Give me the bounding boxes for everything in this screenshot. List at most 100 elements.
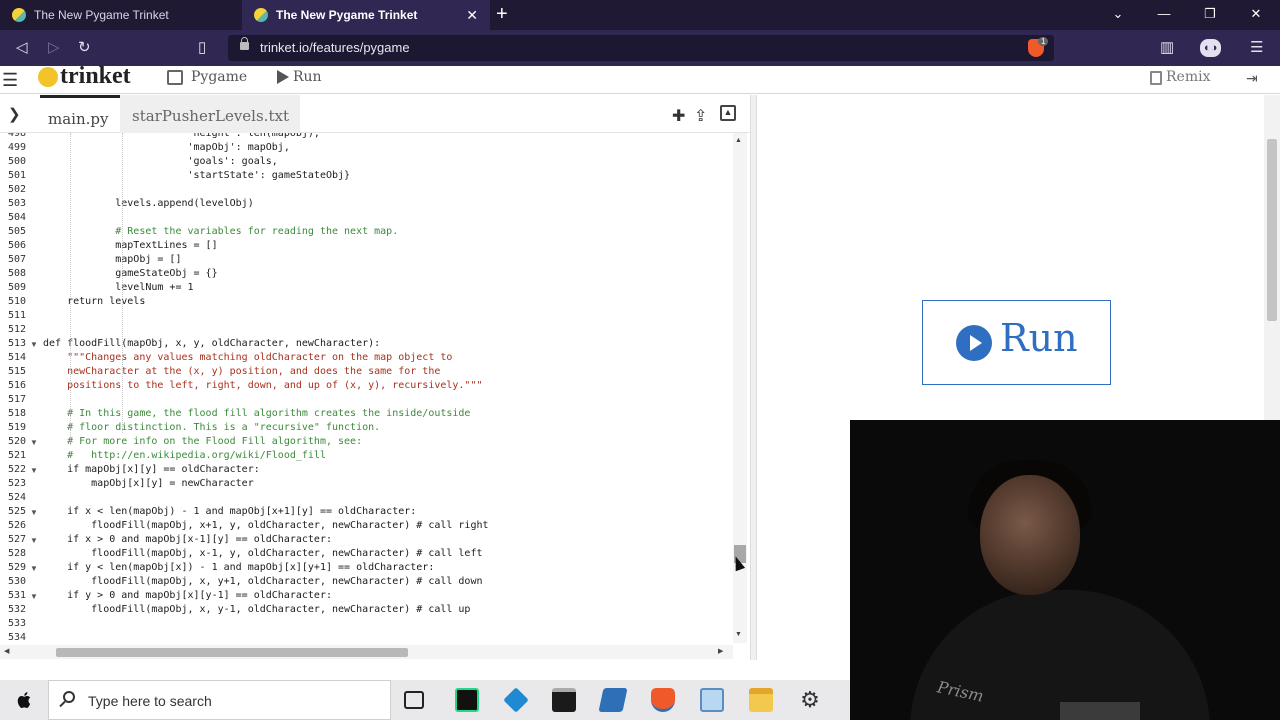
back-arrow-icon[interactable]: ◁ xyxy=(16,39,28,57)
close-tab-icon[interactable]: ✕ xyxy=(466,7,478,24)
code-line: newCharacter at the (x, y) position, and… xyxy=(43,366,441,377)
taskbar-search-box[interactable]: Type here to search xyxy=(48,680,391,720)
powershell-icon[interactable] xyxy=(598,688,628,712)
fold-arrow-icon[interactable]: ▼ xyxy=(30,466,38,475)
terminal-icon[interactable] xyxy=(552,688,576,712)
code-line: # In this game, the flood fill algorithm… xyxy=(43,408,471,419)
line-number: 530 xyxy=(7,576,26,587)
line-number: 511 xyxy=(7,310,26,321)
tab-search-chevron-icon[interactable]: ⌄ xyxy=(1108,6,1128,22)
code-editor[interactable]: 498 499 500 501 502 503 504 505 506 507 508 509 510 5… xyxy=(0,133,733,660)
run-button[interactable]: Run xyxy=(293,69,322,85)
scrollbar-thumb[interactable] xyxy=(56,648,408,657)
trinket-logo[interactable]: trinket xyxy=(60,63,131,90)
code-line: floodFill(mapObj, x-1, y, oldCharacter, … xyxy=(43,548,483,559)
vscode-icon[interactable] xyxy=(503,687,529,713)
code-line: floodFill(mapObj, x+1, y, oldCharacter, … xyxy=(43,520,489,531)
code-line: levelNum += 1 xyxy=(43,282,194,293)
scrollbar-thumb[interactable] xyxy=(1267,139,1277,321)
code-line: if mapObj[x][y] == oldCharacter: xyxy=(43,464,260,475)
minimize-window-button[interactable]: — xyxy=(1154,6,1174,22)
remix-button[interactable]: Remix xyxy=(1166,69,1210,85)
code-line: 'goals': goals, xyxy=(43,156,278,167)
remote-desktop-icon[interactable] xyxy=(700,688,724,712)
fold-arrow-icon[interactable]: ▼ xyxy=(30,592,38,601)
sign-in-icon[interactable]: ⇥ xyxy=(1246,70,1258,87)
bookmark-icon[interactable]: ▯ xyxy=(198,39,206,57)
forward-arrow-icon[interactable]: ▷ xyxy=(48,39,60,57)
windows-taskbar: Type here to search ⚙ xyxy=(0,680,850,720)
output-run-label: Run xyxy=(1000,316,1078,360)
person-bag-strap xyxy=(1060,702,1140,720)
browser-menu-icon[interactable]: ☰ xyxy=(1250,39,1263,57)
expand-files-chevron-icon[interactable]: ❯ xyxy=(8,105,21,123)
run-play-icon[interactable] xyxy=(277,70,289,84)
indent-guide xyxy=(70,133,71,445)
line-number: 518 xyxy=(7,408,26,419)
pane-resize-handle[interactable] xyxy=(750,95,757,660)
code-line: floodFill(mapObj, x, y-1, oldCharacter, … xyxy=(43,604,471,615)
remix-icon[interactable] xyxy=(1150,71,1162,85)
line-number: 517 xyxy=(7,394,26,405)
address-bar[interactable]: trinket.io/features/pygame 1 xyxy=(228,35,1054,61)
upload-icon[interactable]: ⇪ xyxy=(694,106,707,126)
line-number: 499 xyxy=(7,142,26,153)
browser-tab[interactable]: The New Pygame Trinket xyxy=(0,0,242,30)
scroll-right-arrow-icon[interactable]: ▶ xyxy=(718,647,723,655)
code-line: # For more info on the Flood Fill algori… xyxy=(43,436,363,447)
line-number: 533 xyxy=(7,618,26,629)
fold-arrow-icon[interactable]: ▼ xyxy=(30,438,38,447)
trinket-favicon-icon xyxy=(254,8,268,22)
image-library-icon[interactable]: ▲ xyxy=(720,105,736,121)
reload-icon[interactable]: ↻ xyxy=(78,39,91,57)
page-scrollbar[interactable] xyxy=(1264,95,1280,420)
line-number: 509 xyxy=(7,282,26,293)
code-line: # floor distinction. This is a "recursiv… xyxy=(43,422,381,433)
line-number: 512 xyxy=(7,324,26,335)
line-number: 513 xyxy=(7,338,26,349)
add-file-icon[interactable]: ✚ xyxy=(672,106,685,126)
browser-tab-strip: The New Pygame Trinket The New Pygame Tr… xyxy=(0,0,1280,30)
file-tab-levels-txt[interactable]: starPusherLevels.txt xyxy=(120,95,300,133)
scroll-up-arrow-icon[interactable]: ▲ xyxy=(735,137,742,144)
lock-icon[interactable] xyxy=(240,37,249,50)
scroll-left-arrow-icon[interactable]: ◀ xyxy=(4,647,9,655)
task-view-icon[interactable] xyxy=(404,691,424,709)
line-number: 527 xyxy=(7,534,26,545)
wallet-glasses-icon[interactable]: ◐◑ xyxy=(1200,39,1222,57)
brave-icon[interactable] xyxy=(651,688,675,712)
menu-hamburger-icon[interactable]: ☰ xyxy=(2,70,18,91)
file-tab-main-py[interactable]: main.py xyxy=(40,95,120,133)
new-tab-button[interactable]: + xyxy=(496,3,508,25)
pycharm-icon[interactable] xyxy=(455,688,479,712)
code-line: mapObj[x][y] = newCharacter xyxy=(43,478,254,489)
fold-arrow-icon[interactable]: ▼ xyxy=(30,536,38,545)
pygame-icon xyxy=(167,70,183,85)
fold-arrow-icon[interactable]: ▼ xyxy=(30,508,38,517)
browser-tab-active[interactable]: The New Pygame Trinket ✕ xyxy=(242,0,490,30)
trinket-logo-icon[interactable] xyxy=(38,67,58,87)
sidebar-toggle-icon[interactable]: ▥ xyxy=(1160,39,1174,57)
url-text: trinket.io/features/pygame xyxy=(260,40,410,55)
code-line: positions to the left, right, down, and … xyxy=(43,380,483,391)
search-icon xyxy=(63,691,75,703)
apple-start-icon[interactable] xyxy=(16,691,34,709)
restore-window-button[interactable]: ❐ xyxy=(1200,6,1220,22)
scroll-down-arrow-icon[interactable]: ▼ xyxy=(735,631,742,638)
person-face xyxy=(980,475,1080,595)
code-line: if x > 0 and mapObj[x-1][y] == oldCharac… xyxy=(43,534,332,545)
file-explorer-icon[interactable] xyxy=(749,688,773,712)
person-hoodie xyxy=(910,590,1210,720)
line-number: 501 xyxy=(7,170,26,181)
line-number: 500 xyxy=(7,156,26,167)
editor-horizontal-scrollbar[interactable]: ◀ ▶ xyxy=(0,645,733,659)
fold-arrow-icon[interactable]: ▼ xyxy=(30,340,38,349)
close-window-button[interactable]: ✕ xyxy=(1246,6,1266,22)
code-line: levels.append(levelObj) xyxy=(43,198,254,209)
editor-file-tabs: ❯ main.py starPusherLevels.txt ✚ ⇪ ▲ xyxy=(0,95,750,133)
line-number: 519 xyxy=(7,422,26,433)
fold-arrow-icon[interactable]: ▼ xyxy=(30,564,38,573)
line-number: 525 xyxy=(7,506,26,517)
settings-gear-icon[interactable]: ⚙ xyxy=(798,688,822,712)
output-run-button[interactable]: Run xyxy=(922,300,1111,385)
